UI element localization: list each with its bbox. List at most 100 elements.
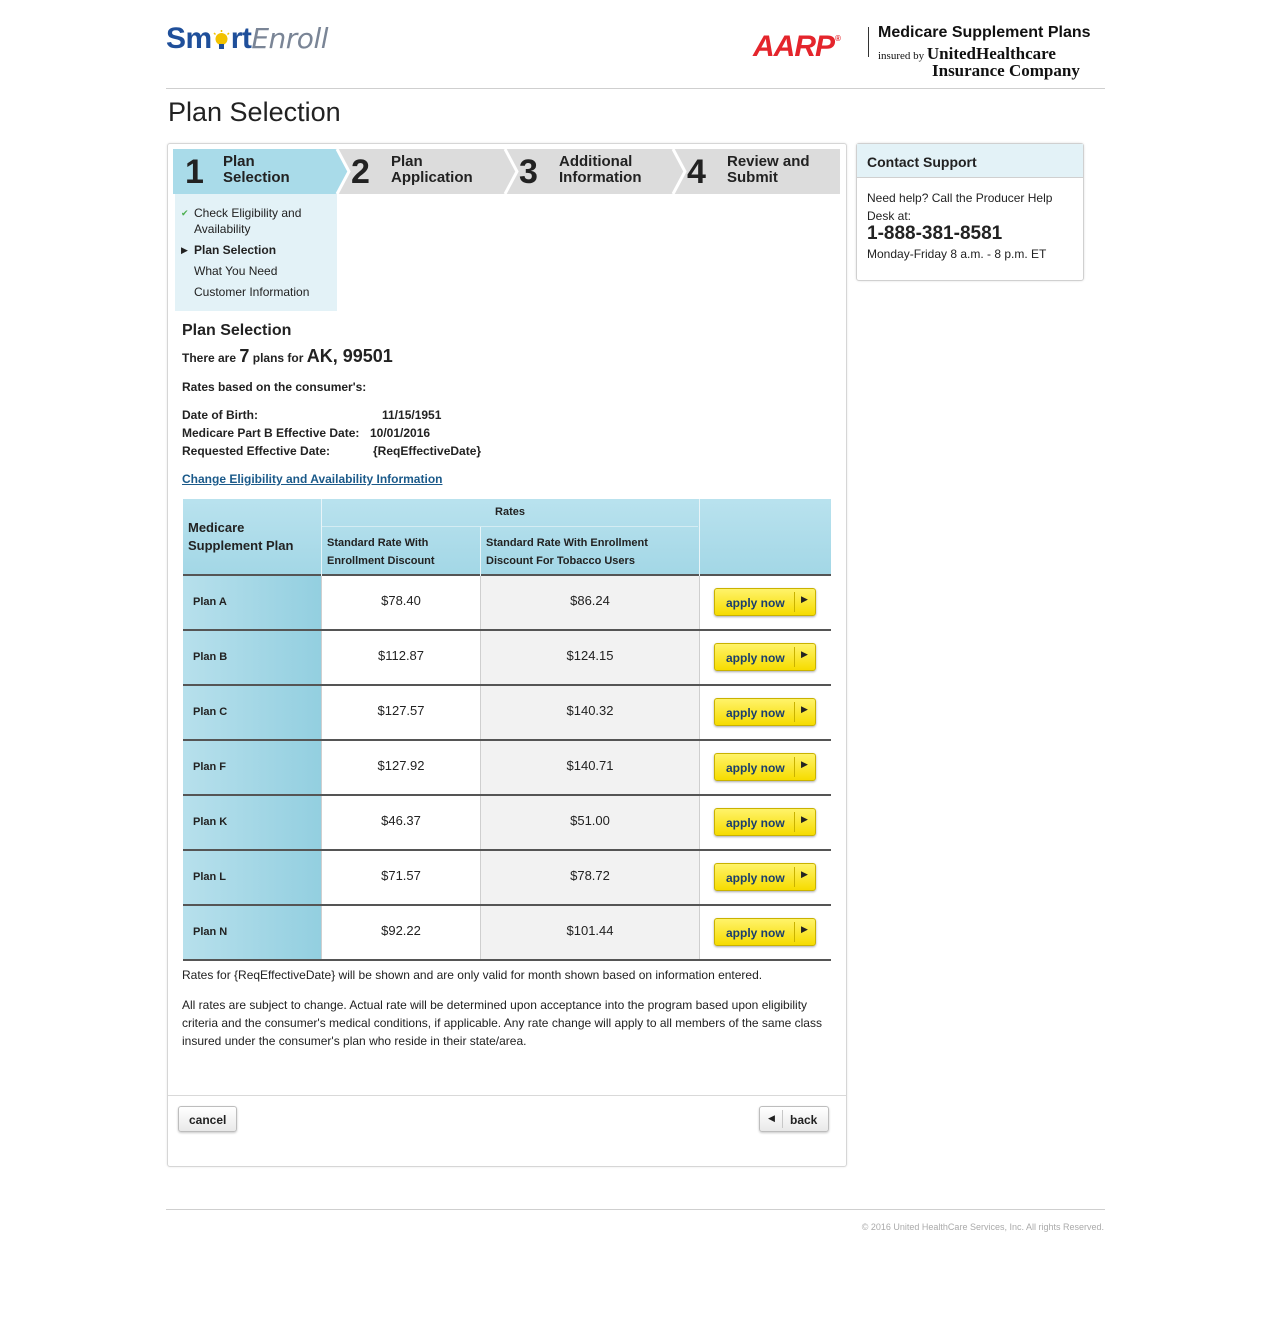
dob-label: Date of Birth: — [182, 408, 258, 422]
table-row: Plan F $127.92 $140.71 apply now ▶ — [183, 741, 831, 796]
arrow-left-icon: ◀ — [768, 1113, 775, 1123]
footer-rule — [166, 1209, 1105, 1210]
table-row: Plan K $46.37 $51.00 apply now ▶ — [183, 796, 831, 851]
table-row: Plan A $78.40 $86.24 apply now ▶ — [183, 576, 831, 631]
step-number: 4 — [687, 153, 706, 191]
apply-now-button[interactable]: apply now ▶ — [714, 918, 816, 946]
page-title: Plan Selection — [168, 97, 341, 127]
tobacco-rate-cell: $78.72 — [480, 851, 699, 904]
section-title: Plan Selection — [182, 322, 292, 339]
dob-value: 11/15/1951 — [382, 408, 442, 422]
plan-name-cell: Plan N — [183, 906, 321, 959]
plans-location: AK, 99501 — [306, 346, 393, 366]
header-rule — [166, 88, 1105, 89]
action-cell: apply now ▶ — [699, 796, 831, 849]
partb-label: Medicare Part B Effective Date: — [182, 426, 360, 440]
support-help-text: Need help? Call the Producer Help Desk a… — [867, 191, 1053, 223]
apply-now-button[interactable]: apply now ▶ — [714, 863, 816, 891]
rates-header-divider — [322, 526, 698, 527]
apply-now-button[interactable]: apply now ▶ — [714, 698, 816, 726]
triangle-right-icon: ▶ — [181, 245, 188, 255]
step-label: Additional Information — [559, 153, 642, 186]
tobacco-rate-cell: $51.00 — [480, 796, 699, 849]
table-row: Plan L $71.57 $78.72 apply now ▶ — [183, 851, 831, 906]
standard-rate-cell: $46.37 — [321, 796, 480, 849]
partb-value: 10/01/2016 — [370, 426, 431, 440]
logo-enroll-text: Enroll — [251, 22, 328, 55]
back-button[interactable]: ◀ back — [759, 1106, 829, 1132]
standard-rate-cell: $92.22 — [321, 906, 480, 959]
standard-rate-cell: $78.40 — [321, 576, 480, 629]
subnav-item-plan-selection: Plan Selection — [194, 243, 277, 257]
medicare-supplement-title: Medicare Supplement Plans — [878, 24, 1091, 41]
step-number: 3 — [519, 153, 538, 191]
rates-based-label: Rates based on the consumer's: — [182, 380, 367, 394]
arrow-right-icon: ▶ — [801, 924, 808, 934]
tobacco-rate-cell: $140.32 — [480, 686, 699, 739]
step-plan-selection: 1 Plan Selection — [173, 149, 337, 194]
table-row: Plan N $92.22 $101.44 apply now ▶ — [183, 906, 831, 961]
table-row: Plan B $112.87 $124.15 apply now ▶ — [183, 631, 831, 686]
apply-now-button[interactable]: apply now ▶ — [714, 808, 816, 836]
header-divider — [868, 27, 869, 57]
step-number: 1 — [185, 153, 204, 191]
step-subnav: ✔ Check Eligibility and Availability ▶ Pl… — [175, 194, 337, 311]
plan-name-cell: Plan B — [183, 631, 321, 684]
plan-name-cell: Plan L — [183, 851, 321, 904]
subnav-item-customer-information: Customer Information — [194, 285, 310, 299]
checkmark-icon: ✔ — [181, 208, 189, 218]
plans-count-number: 7 — [239, 346, 250, 366]
aarp-logo: AARP® — [753, 24, 841, 62]
step-plan-application: 2 Plan Application — [339, 149, 503, 194]
support-phone-number: 1-888-381-8581 — [867, 223, 1003, 244]
header-divider — [699, 499, 700, 576]
contact-support-title: Contact Support — [867, 154, 977, 170]
step-review-and-submit: 4 Review and Submit — [675, 149, 840, 194]
table-header: Medicare Supplement Plan Rates Standard R… — [183, 499, 831, 576]
arrow-right-icon: ▶ — [801, 869, 808, 879]
apply-now-button[interactable]: apply now ▶ — [714, 753, 816, 781]
support-hours: Monday-Friday 8 a.m. - 8 p.m. ET — [867, 247, 1047, 261]
subnav-item-what-you-need: What You Need — [194, 264, 278, 278]
action-cell: apply now ▶ — [699, 686, 831, 739]
copyright: © 2016 United HealthCare Services, Inc. … — [861, 1222, 1104, 1232]
progress-steps: 1 Plan Selection 2 Plan Application 3 Addi… — [173, 149, 840, 194]
rates-change-disclaimer: All rates are subject to change. Actual … — [182, 998, 822, 1048]
col-header-tobacco-rate: Standard Rate With Enrollment Discount Fo… — [486, 537, 648, 567]
standard-rate-cell: $127.57 — [321, 686, 480, 739]
arrow-right-icon: ▶ — [801, 649, 808, 659]
logo-rt-text: rt — [230, 22, 252, 55]
action-cell: apply now ▶ — [699, 576, 831, 629]
action-cell: apply now ▶ — [699, 741, 831, 794]
header-divider — [480, 526, 481, 576]
action-cell: apply now ▶ — [699, 851, 831, 904]
contact-support-header: Contact Support — [857, 144, 1083, 178]
tobacco-rate-cell: $140.71 — [480, 741, 699, 794]
contact-support-panel: Contact Support Need help? Call the Prod… — [856, 143, 1084, 281]
step-additional-information: 3 Additional Information — [507, 149, 671, 194]
plans-count: There are 7 plans for AK, 99501 — [182, 346, 393, 366]
step-label: Review and Submit — [727, 153, 810, 186]
actions-divider — [168, 1095, 846, 1096]
apply-now-button[interactable]: apply now ▶ — [714, 588, 816, 616]
tobacco-rate-cell: $124.15 — [480, 631, 699, 684]
tobacco-rate-cell: $86.24 — [480, 576, 699, 629]
col-header-standard-rate: Standard Rate With Enrollment Discount — [327, 537, 435, 567]
plan-name-cell: Plan F — [183, 741, 321, 794]
req-effective-label: Requested Effective Date: — [182, 444, 331, 458]
col-header-plan: Medicare Supplement Plan — [188, 520, 294, 553]
lightbulb-icon — [213, 30, 230, 50]
plan-name-cell: Plan K — [183, 796, 321, 849]
action-cell: apply now ▶ — [699, 631, 831, 684]
cancel-button[interactable]: cancel — [178, 1106, 237, 1132]
apply-now-button[interactable]: apply now ▶ — [714, 643, 816, 671]
change-eligibility-link[interactable]: Change Eligibility and Availability Info… — [182, 472, 442, 486]
smartenroll-logo: Sm rtEnroll — [166, 22, 328, 56]
standard-rate-cell: $71.57 — [321, 851, 480, 904]
arrow-right-icon: ▶ — [801, 704, 808, 714]
insurer-name-line2: Insurance Company — [932, 61, 1080, 80]
step-label: Plan Selection — [223, 153, 290, 186]
arrow-right-icon: ▶ — [801, 814, 808, 824]
tobacco-rate-cell: $101.44 — [480, 906, 699, 959]
insured-by-label: insured by — [878, 50, 925, 62]
